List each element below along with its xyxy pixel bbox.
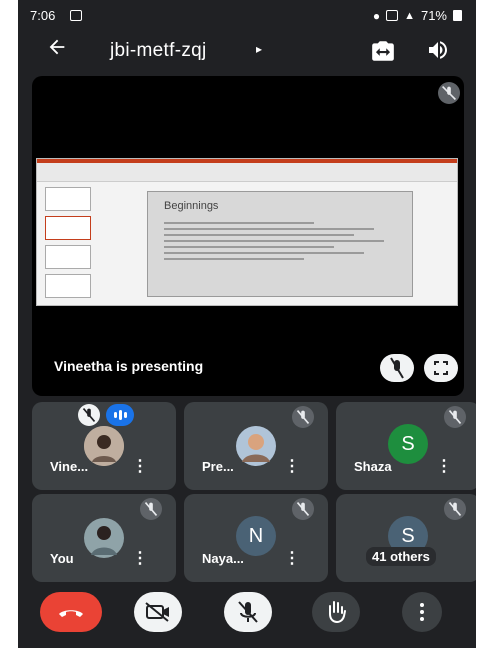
participant-tile[interactable]: You ⋮ [32, 494, 176, 582]
meeting-header: jbi-metf-zqj ▸ [18, 32, 476, 72]
participant-tile[interactable]: Pre... ⋮ [184, 402, 328, 490]
slide-text-line [164, 234, 354, 236]
alarm-icon: ● [372, 8, 381, 23]
battery-label: 71% [420, 8, 447, 23]
participant-name: Naya... [202, 551, 244, 566]
more-vert-icon[interactable]: ⋮ [132, 548, 148, 568]
slide-text-line [164, 240, 384, 242]
mic-off-button[interactable] [224, 592, 272, 632]
slide-text-line [164, 252, 364, 254]
more-vert-icon[interactable]: ⋮ [284, 456, 300, 476]
participant-tile[interactable]: S 41 others [336, 494, 476, 582]
slide-thumbnail [45, 274, 91, 298]
raise-hand-icon [329, 601, 346, 624]
raise-hand-button[interactable] [312, 592, 360, 632]
status-icons: ● ▲ 71% [373, 8, 462, 23]
more-vert-icon [420, 603, 424, 621]
slide-text-line [164, 258, 304, 260]
presenting-label: Vineetha is presenting [54, 358, 204, 374]
avatar: N [236, 516, 276, 556]
mic-off-icon [78, 404, 100, 426]
signal-icon: ▲ [404, 9, 415, 22]
app-ribbon [37, 159, 457, 182]
more-options-button[interactable] [402, 592, 442, 632]
participant-name: Pre... [202, 459, 234, 474]
dropdown-caret-icon[interactable]: ▸ [256, 42, 262, 56]
camera-off-icon [145, 602, 169, 622]
mic-off-icon [238, 601, 258, 623]
mic-off-icon [444, 498, 466, 520]
screenshot-icon [386, 10, 399, 21]
slide-text-line [164, 222, 314, 224]
back-arrow-icon[interactable] [46, 36, 68, 58]
participant-name: Shaza [354, 459, 392, 474]
participant-name: 41 others [366, 547, 436, 566]
more-vert-icon[interactable]: ⋮ [284, 548, 300, 568]
switch-camera-icon[interactable] [370, 38, 396, 64]
mic-off-icon [140, 498, 162, 520]
mic-off-icon [292, 498, 314, 520]
camera-off-button[interactable] [134, 592, 182, 632]
slide-thumbnails [41, 187, 93, 298]
speaker-icon[interactable] [426, 38, 452, 64]
slide-thumbnail [45, 187, 91, 211]
slide-text-line [164, 228, 374, 230]
more-vert-icon[interactable]: ⋮ [436, 456, 452, 476]
end-call-icon [59, 610, 83, 617]
fullscreen-icon[interactable] [424, 354, 458, 382]
participant-name: You [50, 551, 74, 566]
notification-icon [70, 9, 82, 24]
mute-presenter-button[interactable] [380, 354, 414, 382]
status-time: 7:06 [30, 8, 56, 23]
mic-off-icon [444, 406, 466, 428]
participant-tile[interactable]: Vine... ⋮ [32, 402, 176, 490]
current-slide: Beginnings [147, 191, 413, 297]
slide-title: Beginnings [164, 200, 219, 212]
call-controls [18, 590, 476, 640]
slide-text-line [164, 246, 334, 248]
avatar [84, 426, 124, 466]
more-vert-icon[interactable]: ⋮ [132, 456, 148, 476]
avatar [84, 518, 124, 558]
participant-tile[interactable]: S Shaza ⋮ [336, 402, 476, 490]
participant-tile[interactable]: N Naya... ⋮ [184, 494, 328, 582]
speaking-indicator-icon [106, 404, 134, 426]
end-call-button[interactable] [40, 592, 102, 632]
slide-thumbnail [45, 245, 91, 269]
shared-screen: Beginnings [36, 158, 458, 306]
participant-name: Vine... [50, 459, 89, 474]
status-bar: 7:06 ● ▲ 71% [18, 0, 476, 30]
slide-thumbnail [45, 216, 91, 240]
phone-screen: 7:06 ● ▲ 71% jbi-metf-zqj ▸ Beginnings V… [18, 0, 476, 648]
mic-off-icon [438, 82, 460, 104]
meeting-code[interactable]: jbi-metf-zqj [110, 40, 207, 62]
avatar: S [388, 424, 428, 464]
presentation-panel[interactable]: Beginnings Vineetha is presenting [32, 76, 464, 396]
battery-icon [453, 10, 462, 21]
mic-off-icon [292, 406, 314, 428]
avatar [236, 426, 276, 466]
